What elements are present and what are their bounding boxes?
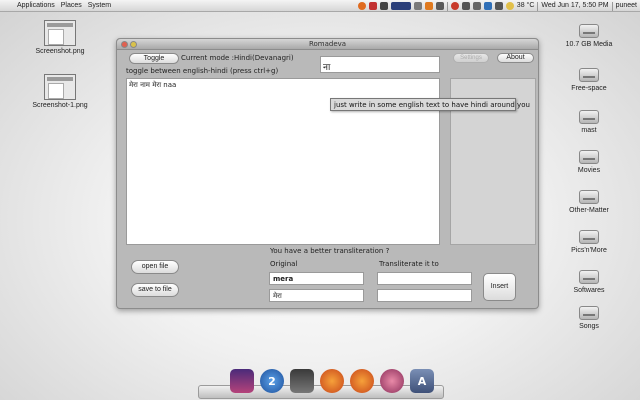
drive-label: Movies bbox=[577, 167, 601, 174]
window-titlebar[interactable]: Romadeva bbox=[117, 39, 538, 50]
menu-system[interactable]: System bbox=[85, 0, 114, 12]
transliterate-label: Transliterate it to bbox=[379, 260, 439, 268]
drive-label: Songs bbox=[579, 323, 599, 330]
blogger-icon[interactable] bbox=[424, 2, 433, 10]
current-mode-label: Current mode :Hindi(Devanagri) bbox=[181, 54, 294, 62]
drive-label: mast bbox=[581, 127, 597, 134]
about-button[interactable]: About bbox=[497, 53, 534, 63]
top-menubar: Applications Places System 38 °C Wed Jun… bbox=[0, 0, 640, 12]
dock: 2 A bbox=[200, 369, 434, 393]
dark-app-icon[interactable] bbox=[379, 2, 388, 10]
editor-text: मेरा नाम मेरा naa bbox=[129, 81, 177, 89]
network-icon[interactable] bbox=[461, 2, 470, 10]
drive-media[interactable]: 10.7 GB Media bbox=[556, 24, 622, 48]
dashboard-icon[interactable]: 2 bbox=[260, 369, 284, 393]
hard-drive-icon bbox=[579, 230, 599, 244]
original-input[interactable]: mera bbox=[269, 272, 364, 285]
volume-icon[interactable] bbox=[494, 2, 503, 10]
drive-label: Other-Matter bbox=[569, 207, 609, 214]
terminal-icon[interactable] bbox=[290, 369, 314, 393]
transliterate-input-2[interactable] bbox=[377, 289, 472, 302]
tray-separator bbox=[537, 1, 539, 11]
update-icon[interactable] bbox=[450, 2, 459, 10]
clock[interactable]: Wed Jun 17, 5:50 PM bbox=[541, 0, 608, 12]
finder-icon[interactable] bbox=[200, 369, 224, 393]
save-file-button[interactable]: save to file bbox=[131, 283, 179, 297]
drive-label: Free-space bbox=[571, 85, 607, 92]
hard-drive-icon bbox=[579, 306, 599, 320]
romadeva-window: Romadeva Toggle Current mode :Hindi(Deva… bbox=[116, 38, 539, 309]
mail-icon[interactable] bbox=[483, 2, 492, 10]
tray-separator bbox=[446, 1, 448, 11]
drive-softwares[interactable]: Softwares bbox=[556, 270, 622, 294]
firefox-icon[interactable] bbox=[320, 369, 344, 393]
app-launcher-icon[interactable] bbox=[368, 2, 377, 10]
image-file-icon bbox=[44, 74, 76, 100]
bluetooth-icon[interactable] bbox=[472, 2, 481, 10]
hard-drive-icon bbox=[579, 68, 599, 82]
transliterate-input-1[interactable] bbox=[377, 272, 472, 285]
hard-drive-icon bbox=[579, 190, 599, 204]
insert-button[interactable]: Insert bbox=[483, 273, 516, 301]
hard-drive-icon bbox=[579, 270, 599, 284]
firefox-launcher-icon[interactable] bbox=[357, 2, 366, 10]
drive-label: Softwares bbox=[573, 287, 605, 294]
drive-pics[interactable]: Pics'n'More bbox=[556, 230, 622, 254]
workspace-switcher-icon[interactable] bbox=[390, 2, 411, 10]
desktop-file-screenshot[interactable]: Screenshot.png bbox=[30, 20, 90, 55]
photos-icon[interactable] bbox=[230, 369, 254, 393]
notes-icon[interactable] bbox=[413, 2, 422, 10]
tray-separator bbox=[611, 1, 613, 11]
drive-songs[interactable]: Songs bbox=[556, 306, 622, 330]
itunes-icon[interactable] bbox=[380, 369, 404, 393]
tooltip: just write in some english text to have … bbox=[330, 98, 530, 111]
drive-mast[interactable]: mast bbox=[556, 110, 622, 134]
window-title: Romadeva bbox=[308, 40, 347, 48]
original-label: Original bbox=[270, 260, 298, 268]
monitor-icon[interactable] bbox=[435, 2, 444, 10]
drive-free-space[interactable]: Free-space bbox=[556, 68, 622, 92]
drive-movies[interactable]: Movies bbox=[556, 150, 622, 174]
open-file-button[interactable]: open file bbox=[131, 260, 179, 274]
desktop-file-label: Screenshot-1.png bbox=[32, 102, 88, 109]
drive-label: 10.7 GB Media bbox=[565, 41, 613, 48]
preview-field[interactable]: ना bbox=[320, 56, 440, 73]
dictionary-icon[interactable]: A bbox=[410, 369, 434, 393]
desktop-file-label: Screenshot.png bbox=[35, 48, 85, 55]
image-file-icon bbox=[44, 20, 76, 46]
desktop-file-screenshot-1[interactable]: Screenshot-1.png bbox=[24, 74, 96, 109]
original-hindi-input[interactable]: मेरा bbox=[269, 289, 364, 302]
settings-button[interactable]: Settings bbox=[453, 53, 489, 63]
menu-places[interactable]: Places bbox=[58, 0, 85, 12]
temperature-readout[interactable]: 38 °C bbox=[517, 0, 535, 12]
toggle-button[interactable]: Toggle bbox=[129, 53, 179, 64]
firefox-alt-icon[interactable] bbox=[350, 369, 374, 393]
system-tray: 38 °C Wed Jun 17, 5:50 PM puneet bbox=[357, 0, 640, 12]
drive-other-matter[interactable]: Other-Matter bbox=[556, 190, 622, 214]
hard-drive-icon bbox=[579, 150, 599, 164]
user-menu[interactable]: puneet bbox=[616, 0, 637, 12]
drive-label: Pics'n'More bbox=[571, 247, 607, 254]
menu-applications[interactable]: Applications bbox=[14, 0, 58, 12]
hard-drive-icon bbox=[579, 24, 599, 38]
weather-icon[interactable] bbox=[505, 2, 514, 10]
hard-drive-icon bbox=[579, 110, 599, 124]
better-transliteration-prompt: You have a better transliteration ? bbox=[270, 247, 390, 255]
toggle-hint: toggle between english-hindi (press ctrl… bbox=[126, 67, 279, 75]
